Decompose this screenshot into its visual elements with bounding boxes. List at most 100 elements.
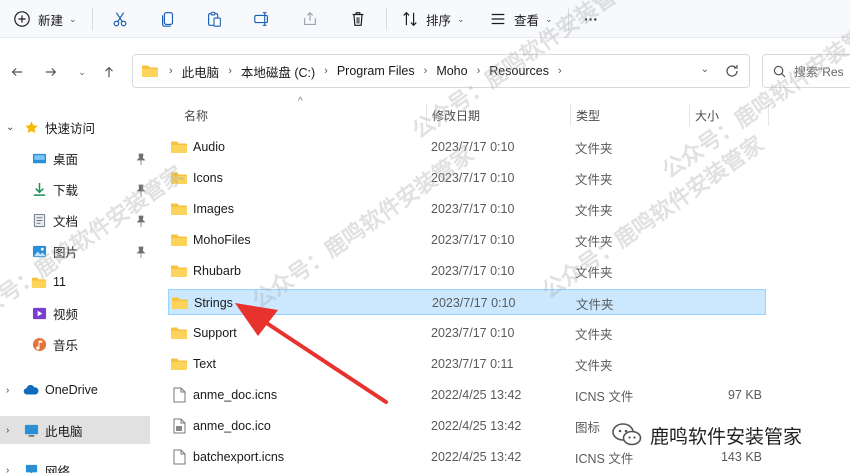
chevron-right-icon[interactable]: › [6, 465, 9, 473]
navigation-pane: ⌄ 快速访问 桌面 下载 文档 图片 11 视频 音乐 › OneDrive ›… [0, 102, 152, 473]
sidebar-item-this-pc[interactable]: › 此电脑 [0, 416, 150, 444]
command-bar: 新建 ⌄ 排序 ⌄ 查看 ⌄ ··· [0, 0, 850, 38]
sidebar-item-network[interactable]: › 网络 [0, 456, 150, 473]
chevron-right-icon[interactable]: › [6, 385, 9, 396]
column-divider[interactable] [768, 104, 769, 126]
file-row[interactable]: Support 2023/7/17 0:10 文件夹 [168, 320, 766, 346]
arrow-left-icon [11, 68, 23, 76]
computer-icon [23, 422, 39, 438]
breadcrumb-program-files[interactable]: Program Files [337, 64, 415, 78]
pin-icon[interactable] [136, 215, 146, 227]
column-divider[interactable] [689, 104, 690, 126]
chevron-right-icon[interactable]: › [6, 425, 9, 436]
file-name-cell: anme_doc.icns [170, 382, 410, 408]
file-name-cell: Rhubarb [170, 258, 410, 284]
pin-icon[interactable] [136, 184, 146, 196]
back-button[interactable] [8, 63, 26, 81]
folder-icon [170, 201, 193, 217]
column-header-size[interactable]: 大小 [695, 102, 719, 128]
sidebar-item-documents[interactable]: 文档 [0, 206, 150, 234]
file-size [688, 227, 762, 253]
file-row[interactable]: Icons 2023/7/17 0:10 文件夹 [168, 165, 766, 191]
column-divider[interactable] [426, 104, 427, 126]
file-row[interactable]: Text 2023/7/17 0:11 文件夹 [168, 351, 766, 377]
breadcrumb-separator: › [169, 65, 173, 77]
file-row[interactable]: Rhubarb 2023/7/17 0:10 文件夹 [168, 258, 766, 284]
navigation-bar: ⌄ › 此电脑 › 本地磁盘 (C:) › Program Files › Mo… [0, 38, 850, 102]
sidebar-item-label: 下载 [53, 183, 79, 198]
more-options-button[interactable]: ··· [584, 0, 598, 38]
sort-button[interactable]: 排序 ⌄ [400, 0, 465, 38]
file-type: 文件夹 [575, 203, 613, 218]
sidebar-item-label: 桌面 [53, 152, 79, 167]
file-date: 2023/7/17 0:10 [431, 140, 515, 154]
breadcrumb-local-disk[interactable]: 本地磁盘 (C:) [241, 62, 315, 81]
file-row[interactable]: anme_doc.icns 2022/4/25 13:42 ICNS 文件 97 KB [168, 382, 766, 408]
folder-icon [170, 170, 193, 186]
file-row[interactable]: Audio 2023/7/17 0:10 文件夹 [168, 134, 766, 160]
sidebar-item-label: 快速访问 [45, 121, 96, 136]
column-header-type[interactable]: 类型 [576, 102, 600, 128]
clipboard-icon [204, 9, 224, 29]
file-name-cell: batchexport.icns [170, 444, 410, 470]
sidebar-item-onedrive[interactable]: › OneDrive [0, 376, 150, 404]
search-input[interactable]: 搜索"Res [762, 54, 850, 88]
sidebar-item-desktop[interactable]: 桌面 [0, 144, 150, 172]
file-row[interactable]: MohoFiles 2023/7/17 0:10 文件夹 [168, 227, 766, 253]
toolbar-divider [568, 8, 569, 30]
paste-button[interactable] [204, 0, 224, 38]
copy-button[interactable] [158, 0, 178, 38]
share-button[interactable] [300, 0, 320, 38]
refresh-icon[interactable] [724, 63, 740, 79]
file-name: Audio [193, 140, 225, 154]
file-name: anme_doc.ico [193, 419, 271, 433]
file-size [689, 290, 763, 316]
sidebar-item-label: 图片 [53, 245, 79, 260]
file-date: 2022/4/25 13:42 [431, 388, 522, 402]
pin-icon[interactable] [136, 246, 146, 258]
file-type: 文件夹 [575, 358, 613, 373]
video-icon [31, 305, 47, 321]
column-divider[interactable] [570, 104, 571, 126]
sort-arrows-icon [400, 9, 420, 29]
pin-icon[interactable] [136, 153, 146, 165]
up-button[interactable] [100, 63, 118, 81]
view-button[interactable]: 查看 ⌄ [488, 0, 553, 38]
toolbar-divider [386, 8, 387, 30]
rename-button[interactable] [252, 0, 272, 38]
file-name: anme_doc.icns [193, 388, 278, 402]
breadcrumb-this-pc[interactable]: 此电脑 [182, 62, 220, 81]
file-name: batchexport.icns [193, 450, 285, 464]
sidebar-item-label: 11 [53, 275, 66, 289]
column-header-date[interactable]: 修改日期 [432, 102, 480, 128]
column-header-name[interactable]: 名称 [184, 102, 208, 128]
file-name: Strings [194, 296, 233, 310]
file-row[interactable]: Strings 2023/7/17 0:10 文件夹 [168, 289, 766, 315]
address-bar[interactable]: › 此电脑 › 本地磁盘 (C:) › Program Files › Moho… [132, 54, 750, 88]
file-type: 文件夹 [575, 141, 613, 156]
file-name-cell: MohoFiles [170, 227, 410, 253]
folder-icon [31, 274, 47, 290]
sidebar-item-videos[interactable]: 视频 [0, 299, 150, 327]
sidebar-item-label: 网络 [45, 464, 71, 473]
brand-watermark: 鹿鸣软件安装管家 [612, 417, 802, 453]
sidebar-item-quick-access[interactable]: ⌄ 快速访问 [0, 113, 150, 141]
sidebar-item-downloads[interactable]: 下载 [0, 175, 150, 203]
new-button[interactable]: 新建 ⌄ [12, 0, 77, 38]
address-history-chevron-icon[interactable]: ⌄ [701, 64, 709, 75]
chevron-down-icon[interactable]: ⌄ [6, 122, 14, 133]
file-name: Support [193, 326, 237, 340]
breadcrumb-resources[interactable]: Resources [489, 64, 549, 78]
recent-locations-button[interactable]: ⌄ [73, 63, 91, 81]
delete-button[interactable] [348, 0, 368, 38]
folder-icon [170, 263, 193, 279]
forward-button[interactable] [42, 63, 60, 81]
sidebar-item-pictures[interactable]: 图片 [0, 237, 150, 265]
sidebar-item-11[interactable]: 11 [0, 268, 150, 296]
sort-button-label: 排序 [426, 13, 452, 28]
breadcrumb-moho[interactable]: Moho [436, 64, 467, 78]
file-row[interactable]: Images 2023/7/17 0:10 文件夹 [168, 196, 766, 222]
cut-button[interactable] [110, 0, 130, 38]
file-size [688, 196, 762, 222]
sidebar-item-music[interactable]: 音乐 [0, 330, 150, 358]
